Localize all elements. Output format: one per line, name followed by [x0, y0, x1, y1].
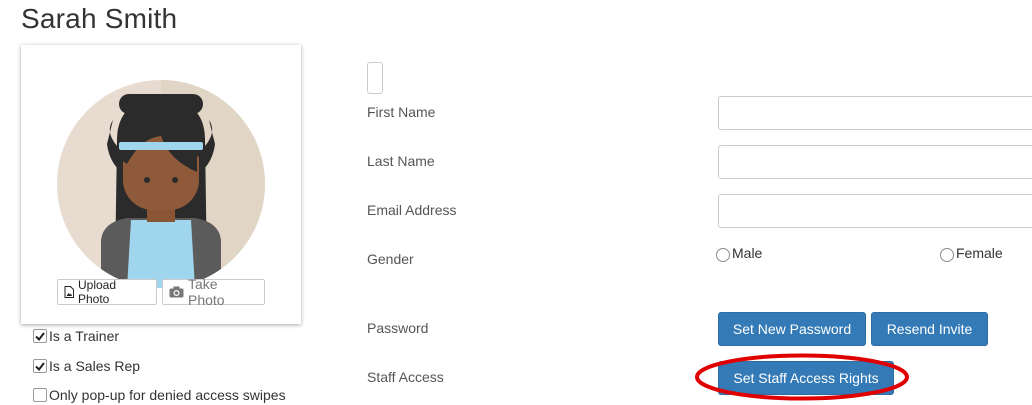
- profile-photo-card: Upload Photo Take Photo: [21, 45, 301, 324]
- check-icon: [35, 331, 45, 341]
- male-radio[interactable]: [716, 248, 730, 262]
- check-icon: [35, 361, 45, 371]
- email-label: Email Address: [367, 202, 457, 218]
- email-input[interactable]: [718, 194, 1032, 228]
- last-name-label: Last Name: [367, 153, 435, 169]
- male-radio-label: Male: [732, 245, 763, 261]
- gender-label: Gender: [367, 251, 414, 267]
- password-label: Password: [367, 320, 429, 336]
- take-photo-label: Take Photo: [188, 276, 225, 308]
- last-name-input[interactable]: [718, 145, 1032, 179]
- female-radio[interactable]: [940, 248, 954, 262]
- take-photo-button[interactable]: Take Photo: [162, 276, 265, 308]
- page-title: Sarah Smith: [21, 3, 178, 34]
- small-input-box[interactable]: [367, 62, 383, 94]
- set-new-password-button[interactable]: Set New Password: [718, 312, 866, 346]
- sales-rep-checkbox[interactable]: [33, 359, 47, 373]
- first-name-label: First Name: [367, 104, 436, 120]
- trainer-checkbox[interactable]: [33, 329, 47, 343]
- first-name-input[interactable]: [718, 96, 1032, 130]
- camera-icon: [169, 286, 184, 298]
- denied-swipes-checkbox-row[interactable]: Only pop-up for denied access swipes: [33, 387, 286, 403]
- avatar: [57, 80, 265, 288]
- sales-rep-checkbox-label: Is a Sales Rep: [49, 358, 141, 374]
- upload-photo-button[interactable]: Upload Photo: [57, 278, 157, 306]
- trainer-checkbox-row[interactable]: Is a Trainer: [33, 328, 119, 344]
- staff-access-label: Staff Access: [367, 369, 444, 385]
- sales-rep-checkbox-row[interactable]: Is a Sales Rep: [33, 358, 140, 374]
- gender-option-male[interactable]: Male: [716, 244, 762, 262]
- female-radio-label: Female: [956, 245, 1003, 261]
- upload-photo-label: Upload Photo: [78, 278, 117, 306]
- file-image-icon: [64, 286, 74, 298]
- gender-option-female[interactable]: Female: [940, 244, 1003, 262]
- set-staff-access-rights-button[interactable]: Set Staff Access Rights: [718, 361, 894, 395]
- denied-swipes-checkbox-label: Only pop-up for denied access swipes: [49, 387, 286, 403]
- denied-swipes-checkbox[interactable]: [33, 388, 47, 402]
- trainer-checkbox-label: Is a Trainer: [49, 328, 120, 344]
- resend-invite-button[interactable]: Resend Invite: [871, 312, 988, 346]
